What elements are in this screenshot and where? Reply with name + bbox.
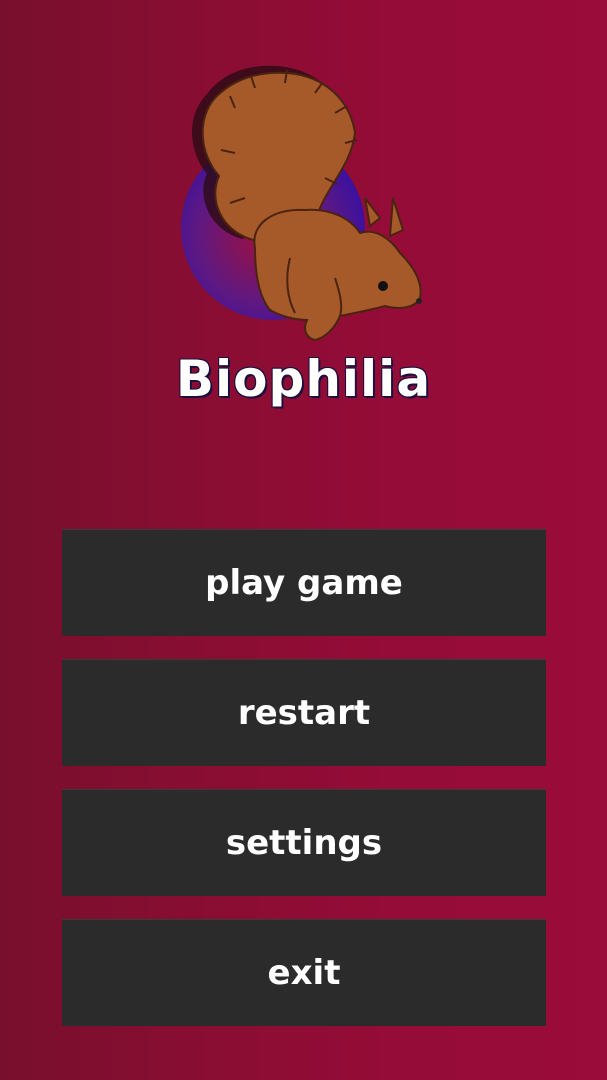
play-game-button[interactable]: play game: [62, 529, 546, 636]
restart-button[interactable]: restart: [62, 659, 546, 766]
exit-button[interactable]: exit: [62, 919, 546, 1026]
settings-button[interactable]: settings: [62, 789, 546, 896]
squirrel-logo-icon: [175, 58, 435, 348]
game-title: Biophilia: [175, 349, 432, 409]
main-menu: play game restart settings exit: [62, 529, 546, 1026]
